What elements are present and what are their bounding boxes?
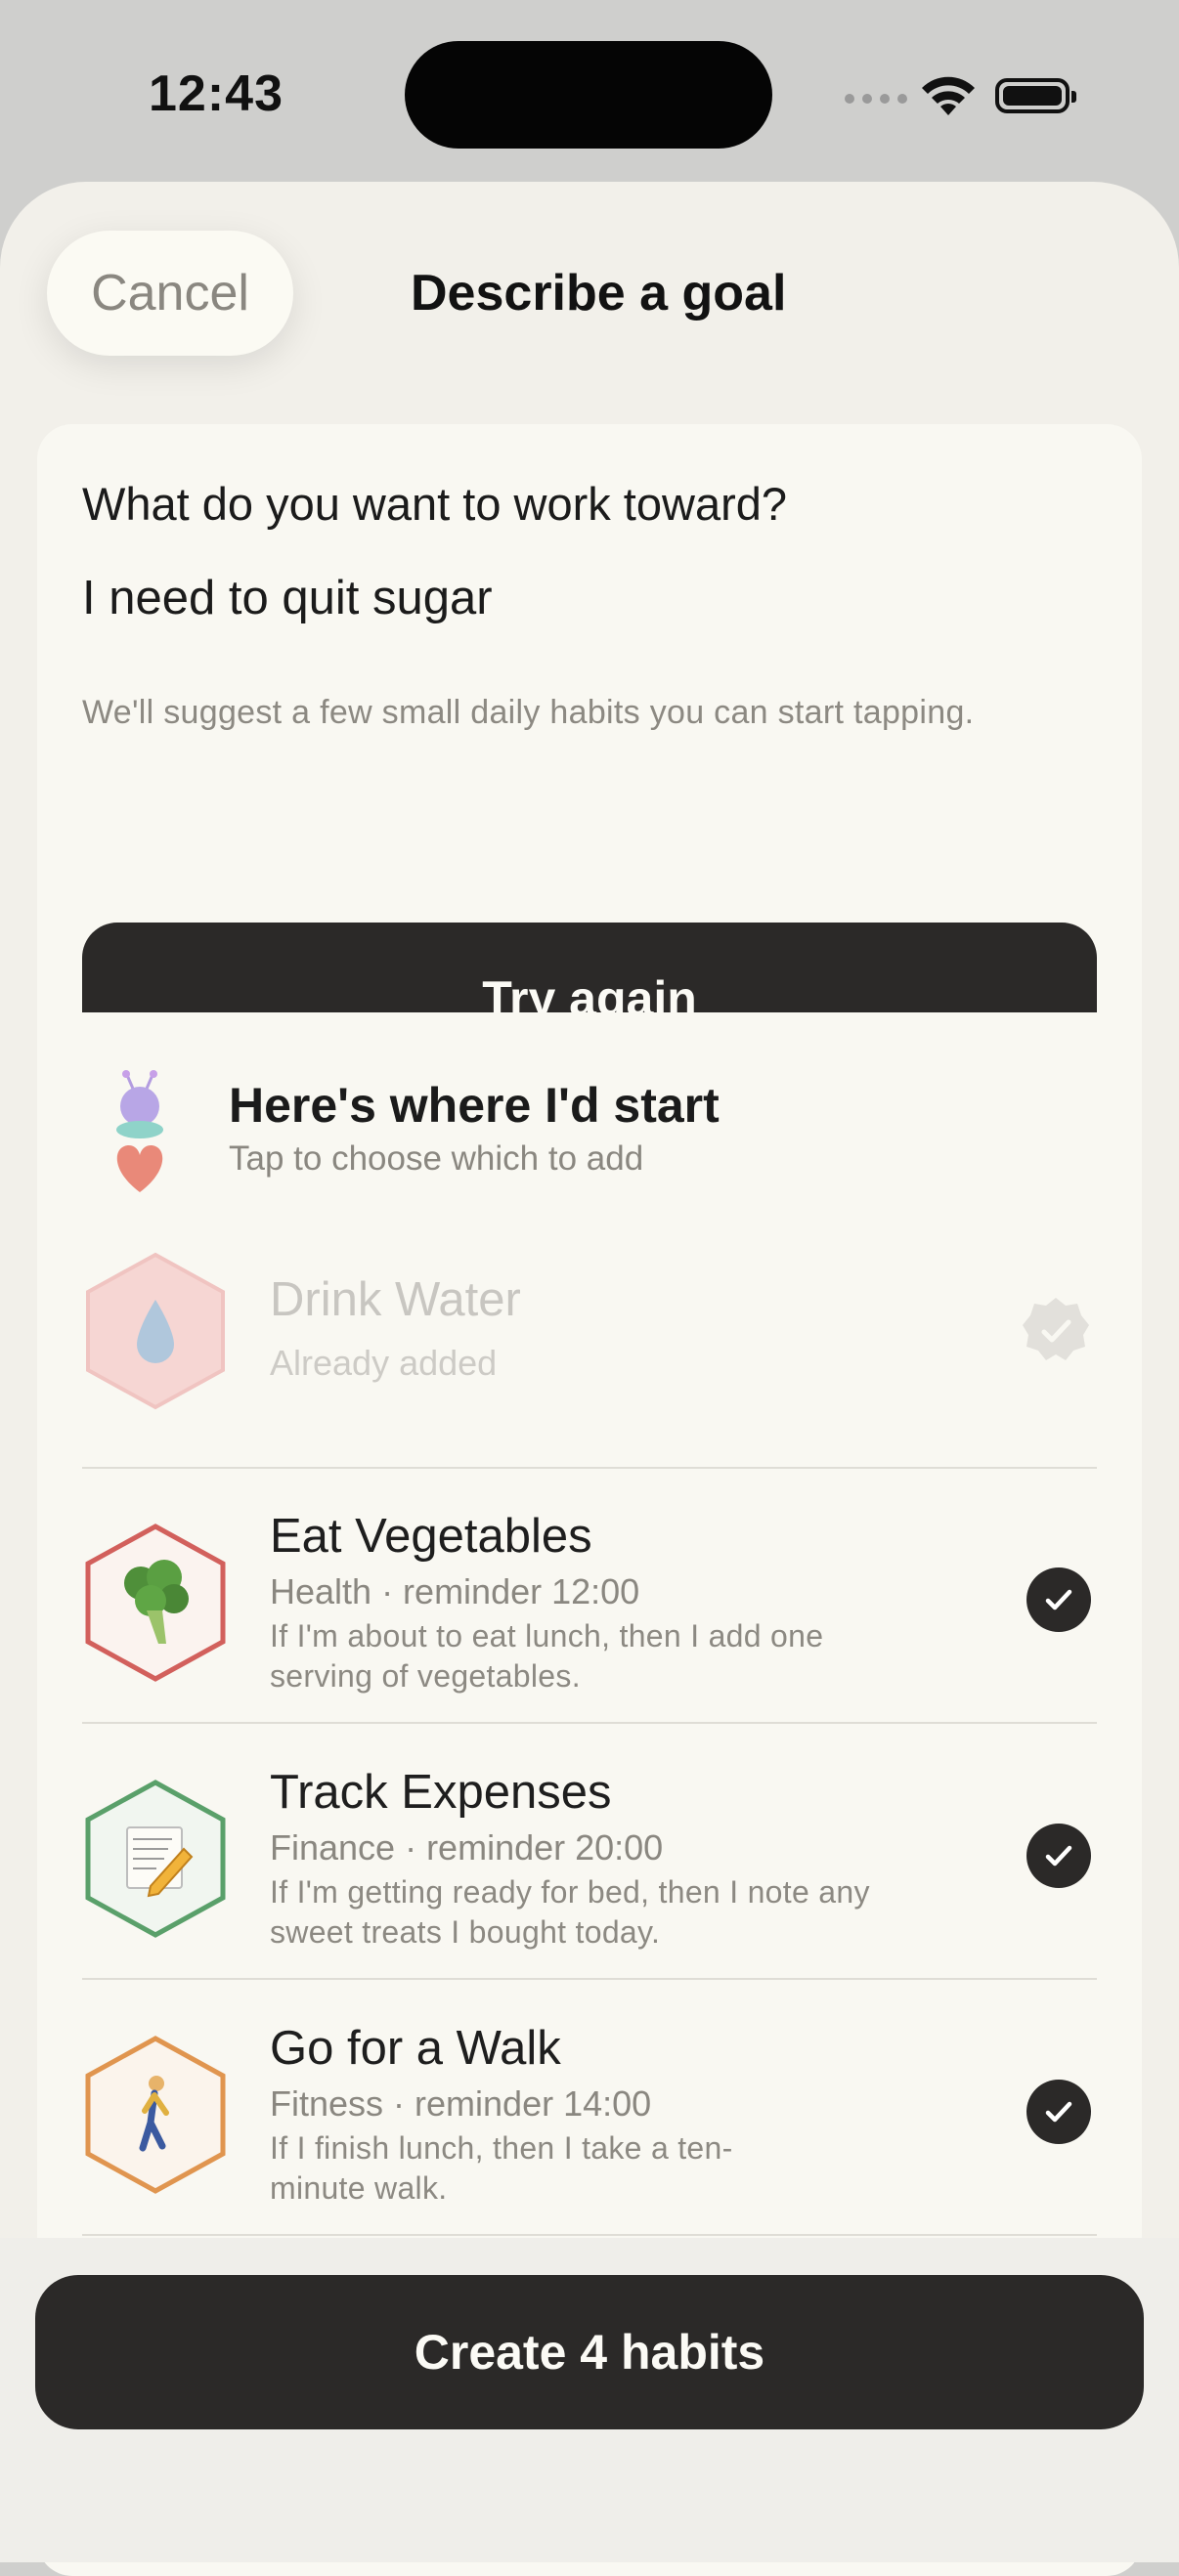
coach-mascot-icon bbox=[116, 1070, 163, 1192]
battery-icon bbox=[995, 78, 1076, 113]
habit-name: Go for a Walk bbox=[270, 2022, 561, 2075]
cellular-signal-icon bbox=[845, 94, 907, 104]
water-drop-icon bbox=[86, 1252, 225, 1410]
habit-item-eat-vegetables[interactable]: Eat Vegetables Health · reminder 12:00 I… bbox=[82, 1509, 1097, 1714]
habit-name: Drink Water bbox=[270, 1273, 521, 1326]
habit-checkbox[interactable] bbox=[1026, 1824, 1091, 1888]
checkmark-icon bbox=[1045, 2101, 1072, 2123]
habit-checkbox[interactable] bbox=[1026, 1567, 1091, 1632]
habit-description: If I'm getting ready for bed, then I not… bbox=[270, 1874, 870, 1950]
goal-input[interactable] bbox=[82, 571, 1060, 625]
habit-name: Eat Vegetables bbox=[270, 1510, 592, 1563]
divider bbox=[82, 1722, 1097, 1724]
goal-sheet: Cancel Describe a goal What do you want … bbox=[0, 182, 1179, 2576]
wifi-icon bbox=[922, 76, 975, 115]
habit-description: If I'm about to eat lunch, then I add on… bbox=[270, 1618, 824, 1694]
create-habits-button[interactable]: Create 4 habits bbox=[35, 2275, 1144, 2429]
walking-person-hex-icon bbox=[85, 2036, 226, 2194]
habit-item-go-for-a-walk[interactable]: Go for a Walk Fitness · reminder 14:00 I… bbox=[82, 2021, 1097, 2226]
goal-hint: We'll suggest a few small daily habits y… bbox=[82, 694, 975, 731]
cancel-button[interactable]: Cancel bbox=[47, 231, 293, 356]
goal-question-label: What do you want to work toward? bbox=[82, 478, 788, 530]
checkmark-icon bbox=[1045, 1845, 1072, 1867]
dynamic-island bbox=[405, 41, 772, 149]
added-badge-icon bbox=[1023, 1298, 1089, 1360]
habit-meta: Health · reminder 12:00 bbox=[270, 1571, 640, 1611]
habit-item-track-expenses[interactable]: Track Expenses Finance · reminder 20:00 … bbox=[82, 1765, 1097, 1970]
habit-item-drink-water: Drink Water Already added bbox=[82, 1251, 1097, 1417]
suggestions-subtitle: Tap to choose which to add bbox=[229, 1139, 644, 1178]
sheet-title: Describe a goal bbox=[411, 265, 787, 322]
habit-name: Track Expenses bbox=[270, 1766, 612, 1819]
status-bar: 12:43 bbox=[0, 0, 1179, 186]
habit-description: If I finish lunch, then I take a ten-min… bbox=[270, 2130, 733, 2206]
habit-meta: Already added bbox=[270, 1343, 498, 1383]
habit-checkbox[interactable] bbox=[1026, 2080, 1091, 2144]
habit-meta: Fitness · reminder 14:00 bbox=[270, 2083, 652, 2124]
broccoli-hex-icon bbox=[85, 1524, 226, 1682]
divider bbox=[82, 1978, 1097, 1980]
suggestions-title: Here's where I'd start bbox=[229, 1078, 720, 1133]
habit-meta: Finance · reminder 20:00 bbox=[270, 1827, 664, 1868]
memo-hex-icon bbox=[85, 1780, 226, 1938]
divider bbox=[82, 1467, 1097, 1469]
checkmark-icon bbox=[1045, 1589, 1072, 1610]
divider bbox=[82, 2234, 1097, 2236]
status-time: 12:43 bbox=[149, 65, 284, 122]
